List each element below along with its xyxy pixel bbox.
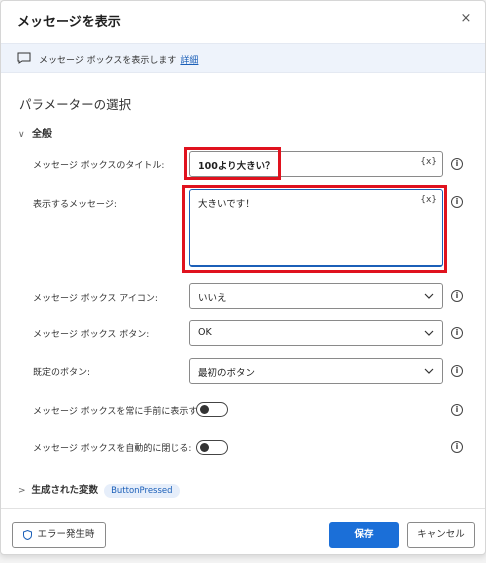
toggle-knob	[200, 443, 209, 452]
message-textarea-value: 大きいです！	[198, 199, 255, 210]
message-label: 表示するメッセージ:	[33, 200, 117, 210]
toggle-knob	[200, 405, 209, 414]
on-error-button[interactable]: エラー発生時	[12, 522, 106, 548]
generated-variables-label: 生成された変数	[31, 485, 99, 496]
variable-picker-icon[interactable]: {x}	[420, 195, 437, 205]
buttons-select-value: OK	[198, 327, 212, 338]
info-icon[interactable]: i	[451, 365, 463, 377]
on-error-button-label: エラー発生時	[37, 529, 95, 540]
icon-label: メッセージ ボックス アイコン:	[33, 294, 158, 304]
footer-divider	[1, 508, 485, 509]
info-description: メッセージ ボックスを表示します	[39, 56, 177, 66]
save-button[interactable]: 保存	[329, 522, 399, 548]
icon-select-value: いいえ	[198, 293, 227, 304]
close-icon[interactable]: ×	[457, 10, 475, 28]
variable-badge[interactable]: ButtonPressed	[104, 484, 180, 498]
autoclose-label: メッセージ ボックスを自動的に閉じる:	[33, 444, 192, 454]
icon-select[interactable]: いいえ	[189, 283, 443, 309]
general-group-toggle[interactable]: ∨ 全般	[18, 125, 52, 140]
topmost-label: メッセージ ボックスを常に手前に表示する:	[33, 407, 210, 417]
general-group-label: 全般	[32, 129, 52, 140]
variable-picker-icon[interactable]: {x}	[420, 157, 437, 167]
message-textarea[interactable]: 大きいです！ {x}	[189, 189, 443, 267]
dialog-title: メッセージを表示	[17, 15, 121, 30]
chevron-right-icon: >	[18, 486, 26, 496]
display-message-dialog: メッセージを表示 × メッセージ ボックスを表示します 詳細 パラメーターの選択 …	[0, 0, 486, 555]
default-button-select-value: 最初のボタン	[198, 368, 256, 379]
section-title: パラメーターの選択	[19, 97, 132, 112]
info-icon[interactable]: i	[451, 196, 463, 208]
info-bar-text: メッセージ ボックスを表示します 詳細	[39, 53, 198, 66]
default-button-select[interactable]: 最初のボタン	[189, 358, 443, 384]
title-input[interactable]: 100より大きい？ {x}	[189, 151, 443, 177]
title-label: メッセージ ボックスのタイトル:	[33, 161, 165, 171]
topmost-toggle[interactable]	[196, 402, 228, 417]
buttons-label: メッセージ ボックス ボタン:	[33, 330, 150, 340]
chevron-down-icon	[424, 368, 434, 374]
info-bar: メッセージ ボックスを表示します 詳細	[1, 43, 485, 73]
autoclose-toggle[interactable]	[196, 440, 228, 455]
details-link[interactable]: 詳細	[180, 56, 198, 66]
info-icon[interactable]: i	[451, 441, 463, 453]
title-input-value: 100より大きい？	[198, 161, 275, 172]
info-icon[interactable]: i	[451, 327, 463, 339]
cancel-button[interactable]: キャンセル	[407, 522, 475, 548]
shield-icon	[23, 529, 33, 540]
chevron-down-icon: ∨	[18, 130, 25, 140]
chevron-down-icon	[424, 330, 434, 336]
info-icon[interactable]: i	[451, 404, 463, 416]
buttons-select[interactable]: OK	[189, 320, 443, 346]
info-icon[interactable]: i	[451, 158, 463, 170]
message-icon	[17, 52, 31, 64]
info-icon[interactable]: i	[451, 290, 463, 302]
default-button-label: 既定のボタン:	[33, 368, 91, 378]
chevron-down-icon	[424, 293, 434, 299]
generated-variables-toggle[interactable]: > 生成された変数 ButtonPressed	[18, 482, 180, 498]
